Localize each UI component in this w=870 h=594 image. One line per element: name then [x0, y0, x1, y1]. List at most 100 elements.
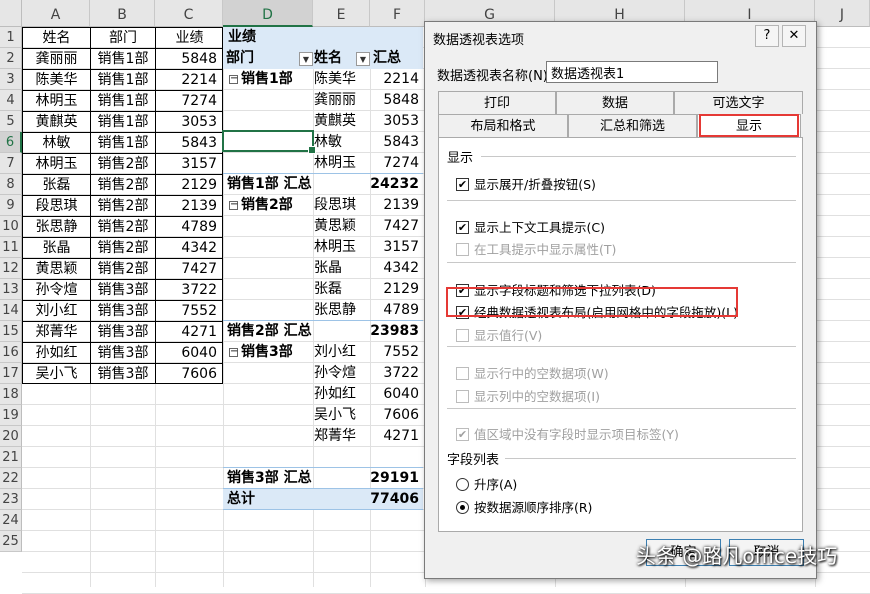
row-header-18[interactable]: 18: [0, 384, 22, 405]
pivot-options-dialog: 数据透视表选项 ? ✕ 数据透视表名称(N): 打印数据可选文字布局和格式汇总和…: [424, 21, 817, 579]
row-header-5[interactable]: 5: [0, 111, 22, 132]
row-header-22[interactable]: 22: [0, 468, 22, 489]
row-header-7[interactable]: 7: [0, 153, 22, 174]
column-header-D[interactable]: D: [223, 0, 313, 27]
pivot-value: 5843: [383, 134, 419, 150]
pivot-name: 张磊: [314, 281, 342, 297]
tab-layout[interactable]: 布局和格式: [438, 114, 568, 137]
sort-source-order-option[interactable]: 按数据源顺序排序(R): [456, 497, 592, 516]
row-header-1[interactable]: 1: [0, 27, 22, 48]
pivot-line: [223, 509, 423, 510]
show-expand-buttons-label: 显示展开/折叠按钮(S): [474, 177, 596, 192]
show-empty-rows-checkbox: [456, 367, 469, 380]
row-header-3[interactable]: 3: [0, 69, 22, 90]
row-header-9[interactable]: 9: [0, 195, 22, 216]
row-header-16[interactable]: 16: [0, 342, 22, 363]
row-header-20[interactable]: 20: [0, 426, 22, 447]
row-header-12[interactable]: 12: [0, 258, 22, 279]
row-header-2[interactable]: 2: [0, 48, 22, 69]
section-fieldlist-label: 字段列表: [447, 453, 500, 468]
pivot-value: 7606: [383, 407, 419, 423]
separator: [447, 200, 796, 201]
pivot-value: 3157: [383, 239, 419, 255]
tab-print[interactable]: 打印: [438, 91, 556, 114]
show-expand-buttons-option[interactable]: ✔ 显示展开/折叠按钮(S): [456, 174, 596, 193]
pivot-name: 陈美华: [314, 71, 356, 87]
source-table-border: [22, 27, 223, 384]
pivot-dept-label: 销售3部: [241, 344, 293, 360]
row-header-17[interactable]: 17: [0, 363, 22, 384]
pivot-name-input[interactable]: [546, 61, 718, 83]
row-header-4[interactable]: 4: [0, 90, 22, 111]
row-header-23[interactable]: 23: [0, 489, 22, 510]
pivot-dept-label: 销售2部: [241, 197, 293, 213]
pivot-name-header: 姓名: [314, 50, 342, 66]
name-filter-dropdown[interactable]: ▼: [356, 52, 370, 66]
pivot-subtotal-label: 销售1部 汇总: [227, 176, 312, 192]
row-header-24[interactable]: 24: [0, 510, 22, 531]
active-cell[interactable]: [222, 130, 316, 154]
display-tab-highlight: [699, 114, 799, 137]
collapse-button[interactable]: −: [229, 200, 238, 210]
row-header-19[interactable]: 19: [0, 405, 22, 426]
row-header-14[interactable]: 14: [0, 300, 22, 321]
pivot-name: 孙如红: [314, 386, 356, 402]
pivot-name: 张晶: [314, 260, 342, 276]
collapse-button[interactable]: −: [229, 347, 238, 357]
show-values-row-checkbox: [456, 329, 469, 342]
pivot-sum-header: 汇总: [373, 50, 401, 66]
separator: [481, 156, 796, 157]
pivot-line: [223, 173, 423, 174]
sort-ascending-option[interactable]: 升序(A): [456, 474, 517, 493]
sort-source-order-radio[interactable]: [456, 501, 469, 514]
show-item-labels-option: ✔ 值区域中没有字段时显示项目标签(Y): [456, 424, 679, 443]
pivot-value: 4789: [383, 302, 419, 318]
column-header-E[interactable]: E: [313, 0, 370, 27]
show-tooltips-option[interactable]: ✔ 显示上下文工具提示(C): [456, 217, 605, 236]
pivot-value: 7274: [383, 155, 419, 171]
pivot-subtotal-label: 销售2部 汇总: [227, 323, 312, 339]
show-expand-buttons-checkbox[interactable]: ✔: [456, 178, 469, 191]
row-header-13[interactable]: 13: [0, 279, 22, 300]
show-properties-option: 在工具提示中显示属性(T): [456, 239, 616, 258]
row-header-8[interactable]: 8: [0, 174, 22, 195]
pivot-name: 孙令煊: [314, 365, 356, 381]
help-button[interactable]: ?: [755, 25, 779, 47]
watermark: 头条 @路凡office技巧: [636, 544, 838, 568]
pivot-value: 4271: [383, 428, 419, 444]
row-header-21[interactable]: 21: [0, 447, 22, 468]
show-properties-checkbox: [456, 243, 469, 256]
close-button[interactable]: ✕: [782, 25, 806, 47]
pivot-dept-header: 部门: [226, 50, 254, 66]
pivot-total-label: 总计: [227, 491, 255, 507]
row-header-11[interactable]: 11: [0, 237, 22, 258]
show-empty-rows-label: 显示行中的空数据项(W): [474, 366, 609, 381]
pivot-value: 7552: [383, 344, 419, 360]
tab-totals[interactable]: 汇总和筛选: [568, 114, 697, 137]
column-header-B[interactable]: B: [90, 0, 155, 27]
pivot-line: [223, 467, 423, 468]
column-header-F[interactable]: F: [370, 0, 425, 27]
sort-ascending-radio[interactable]: [456, 478, 469, 491]
row-header-15[interactable]: 15: [0, 321, 22, 342]
show-values-row-option: 显示值行(V): [456, 325, 542, 344]
pivot-total-value: 77406: [370, 491, 419, 507]
show-empty-rows-option: 显示行中的空数据项(W): [456, 363, 609, 382]
pivot-value: 5848: [383, 92, 419, 108]
pivot-title: 业绩: [228, 29, 256, 45]
tab-alt-text[interactable]: 可选文字: [674, 91, 803, 114]
dept-filter-dropdown[interactable]: ▼: [299, 52, 313, 66]
row-header-10[interactable]: 10: [0, 216, 22, 237]
row-header-6[interactable]: 6: [0, 132, 22, 153]
column-header-A[interactable]: A: [22, 0, 90, 27]
pivot-value: 2214: [383, 71, 419, 87]
tab-data[interactable]: 数据: [556, 91, 674, 114]
select-all-corner[interactable]: [0, 0, 22, 27]
show-tooltips-checkbox[interactable]: ✔: [456, 221, 469, 234]
row-header-25[interactable]: 25: [0, 531, 22, 552]
collapse-button[interactable]: −: [229, 74, 238, 84]
show-properties-label: 在工具提示中显示属性(T): [474, 242, 617, 257]
column-header-J[interactable]: J: [815, 0, 870, 27]
pivot-value: 3722: [383, 365, 419, 381]
column-header-C[interactable]: C: [155, 0, 223, 27]
